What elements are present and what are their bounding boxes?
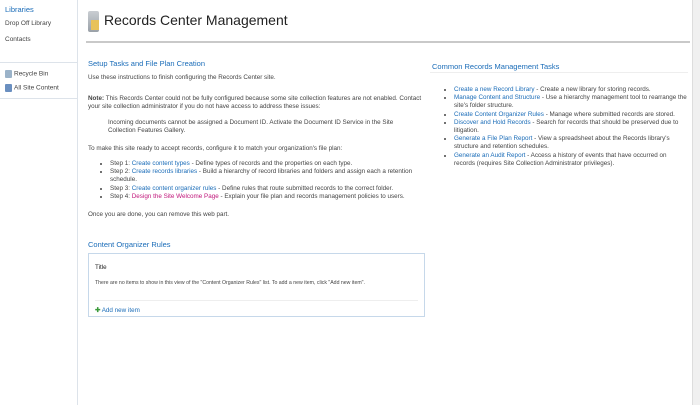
task-item: Create Content Organizer Rules - Manage … — [454, 111, 689, 119]
issue-text: Incoming documents cannot be assigned a … — [108, 119, 394, 135]
task-item: Manage Content and Structure - Use a hie… — [454, 94, 689, 110]
nav-all-site-content[interactable]: All Site Content — [5, 84, 59, 92]
note-text: This Records Center could not be fully c… — [88, 95, 422, 111]
vertical-scrollbar[interactable] — [692, 0, 700, 405]
step-prefix: Step 3: — [110, 184, 132, 192]
nav-recycle-bin[interactable]: Recycle Bin — [5, 70, 48, 78]
create-records-libraries-link[interactable]: Create records libraries — [132, 168, 197, 175]
add-new-item-link[interactable]: ✚ Add new item — [95, 307, 140, 315]
setup-intro: Use these instructions to finish configu… — [88, 74, 276, 81]
nav-contacts[interactable]: Contacts — [5, 36, 31, 43]
rules-heading: Content Organizer Rules — [88, 240, 171, 249]
common-tasks-list: Create a new Record Library - Create a n… — [444, 86, 689, 168]
audit-report-link[interactable]: Generate an Audit Report — [454, 152, 525, 159]
step-prefix: Step 4: — [110, 192, 132, 200]
create-content-types-link[interactable]: Create content types — [132, 160, 190, 167]
recycle-bin-icon — [5, 70, 12, 78]
divider — [430, 72, 688, 73]
create-organizer-rules-link[interactable]: Create content organizer rules — [132, 185, 217, 192]
left-nav: Libraries Drop Off Library Contacts Recy… — [0, 0, 78, 405]
rules-list-webpart: Title There are no items to show in this… — [88, 253, 425, 317]
empty-list-message: There are no items to show in this view … — [95, 280, 365, 286]
add-icon: ✚ — [95, 307, 101, 314]
page-title: Records Center Management — [104, 12, 288, 28]
task-item: Discover and Hold Records - Search for r… — [454, 119, 689, 135]
task-text: - Create a new library for storing recor… — [534, 86, 651, 93]
recycle-label: Recycle Bin — [14, 70, 49, 78]
task-item: Generate an Audit Report - Access a hist… — [454, 152, 689, 168]
task-item: Create a new Record Library - Create a n… — [454, 86, 689, 94]
records-center-icon — [88, 11, 99, 32]
divider — [0, 62, 77, 63]
create-organizer-rules-link[interactable]: Create Content Organizer Rules — [454, 111, 544, 118]
step-text: - Explain your file plan and records man… — [218, 192, 405, 200]
title-divider — [86, 41, 690, 43]
steps-list: Step 1: Create content types - Define ty… — [100, 160, 425, 201]
task-item: Generate a File Plan Report - View a spr… — [454, 135, 689, 151]
step-prefix: Step 2: — [110, 168, 132, 176]
step-item: Step 3: Create content organizer rules -… — [110, 185, 425, 193]
nav-drop-off-library[interactable]: Drop Off Library — [5, 20, 51, 27]
done-text: Once you are done, you can remove this w… — [88, 211, 230, 218]
step-prefix: Step 1: — [110, 160, 132, 167]
step-item: Step 2: Create records libraries - Build… — [110, 168, 425, 184]
title-column-header[interactable]: Title — [95, 264, 107, 272]
setup-heading: Setup Tasks and File Plan Creation — [88, 59, 206, 68]
make-ready-text: To make this site ready to accept record… — [88, 145, 343, 152]
setup-note: Note: This Records Center could not be f… — [88, 95, 423, 112]
divider — [95, 300, 418, 301]
task-text: - Manage where submitted records are sto… — [543, 110, 675, 118]
common-tasks-heading: Common Records Management Tasks — [432, 62, 560, 71]
all-content-label: All Site Content — [14, 84, 59, 92]
step-text: - Define rules that route submitted reco… — [216, 184, 394, 192]
step-item: Step 4: Design the Site Welcome Page - E… — [110, 193, 425, 201]
discover-hold-link[interactable]: Discover and Hold Records — [454, 119, 531, 126]
nav-libraries[interactable]: Libraries — [5, 5, 34, 14]
site-content-icon — [5, 84, 12, 92]
note-label: Note: — [88, 95, 105, 102]
step-item: Step 1: Create content types - Define ty… — [110, 160, 425, 168]
design-welcome-page-link[interactable]: Design the Site Welcome Page — [132, 193, 219, 200]
manage-content-link[interactable]: Manage Content and Structure — [454, 94, 540, 101]
divider — [0, 98, 77, 99]
create-record-library-link[interactable]: Create a new Record Library — [454, 86, 535, 93]
file-plan-report-link[interactable]: Generate a File Plan Report — [454, 135, 532, 142]
add-label: Add new item — [101, 307, 140, 314]
step-text: - Define types of records and the proper… — [189, 160, 353, 167]
